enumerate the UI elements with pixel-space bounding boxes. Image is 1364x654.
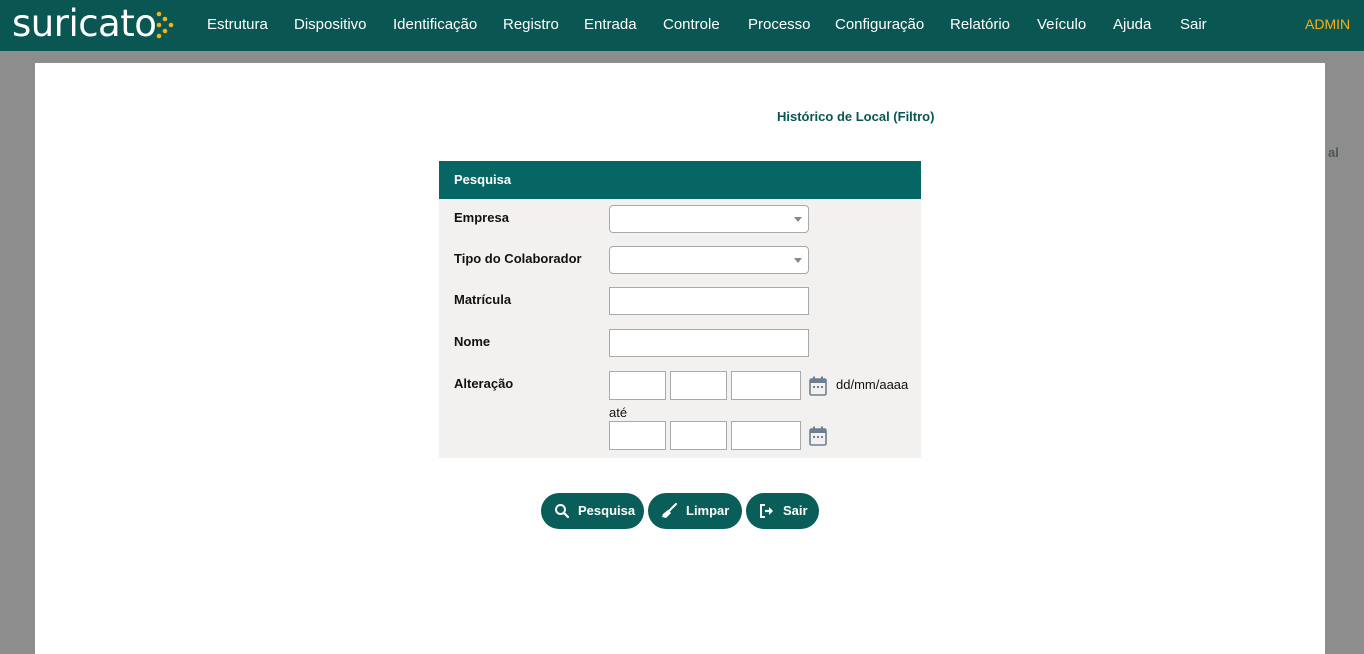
matricula-label: Matrícula — [454, 292, 512, 307]
end-month-input[interactable] — [670, 421, 727, 450]
menu-controle[interactable]: Controle — [663, 16, 720, 33]
search-button-label: Pesquisa — [578, 503, 636, 518]
empresa-label: Empresa — [454, 210, 509, 225]
panel-header: Pesquisa — [439, 161, 921, 199]
nome-input[interactable] — [609, 329, 809, 357]
chevron-down-icon — [794, 258, 802, 263]
menu-relatorio[interactable]: Relatório — [950, 16, 1010, 33]
tipo-colaborador-label: Tipo do Colaborador — [454, 251, 582, 266]
nome-label: Nome — [454, 334, 491, 349]
menu-identificacao[interactable]: Identificação — [393, 16, 477, 33]
menu-entrada[interactable]: Entrada — [584, 16, 637, 33]
search-button[interactable]: Pesquisa — [541, 493, 644, 529]
clear-button[interactable]: Limpar — [648, 493, 742, 529]
empresa-select[interactable] — [609, 205, 809, 233]
app-logo[interactable]: suricato — [12, 2, 174, 46]
start-day-input[interactable] — [609, 371, 666, 400]
chevron-down-icon — [794, 217, 802, 222]
logo-text: suricato — [12, 2, 157, 45]
background-partial-text: al — [1328, 145, 1339, 160]
menu-veiculo[interactable]: Veículo — [1037, 16, 1086, 33]
top-navigation-bar: suricato Estrutura Dispositivo Identific… — [0, 0, 1364, 51]
clear-button-label: Limpar — [686, 503, 730, 518]
menu-registro[interactable]: Registro — [503, 16, 559, 33]
start-year-input[interactable] — [731, 371, 801, 400]
exit-button-label: Sair — [783, 503, 808, 518]
date-format-hint: dd/mm/aaaa — [836, 377, 909, 392]
search-icon — [555, 504, 570, 519]
end-day-input[interactable] — [609, 421, 666, 450]
menu-ajuda[interactable]: Ajuda — [1113, 16, 1151, 33]
logo-dots-icon — [156, 11, 174, 39]
filter-dialog: Histórico de Local (Filtro) Pesquisa Emp… — [35, 63, 1325, 654]
broom-icon — [662, 503, 677, 518]
exit-button[interactable]: Sair — [746, 493, 819, 529]
calendar-icon[interactable] — [809, 426, 827, 446]
page-title: Histórico de Local (Filtro) — [777, 109, 935, 124]
sign-out-icon — [760, 504, 773, 518]
date-range-separator: até — [609, 405, 628, 420]
menu-configuracao[interactable]: Configuração — [835, 16, 924, 33]
user-name[interactable]: ADMIN — [1305, 16, 1350, 32]
calendar-icon[interactable] — [809, 376, 827, 396]
search-panel: Pesquisa Empresa Tipo do Colaborador Mat… — [439, 161, 921, 458]
matricula-input[interactable] — [609, 287, 809, 315]
tipo-colaborador-select[interactable] — [609, 246, 809, 274]
start-month-input[interactable] — [670, 371, 727, 400]
end-year-input[interactable] — [731, 421, 801, 450]
menu-sair[interactable]: Sair — [1180, 16, 1207, 33]
menu-processo[interactable]: Processo — [748, 16, 811, 33]
alteracao-label: Alteração — [454, 376, 514, 391]
menu-dispositivo[interactable]: Dispositivo — [294, 16, 367, 33]
menu-estrutura[interactable]: Estrutura — [207, 16, 268, 33]
